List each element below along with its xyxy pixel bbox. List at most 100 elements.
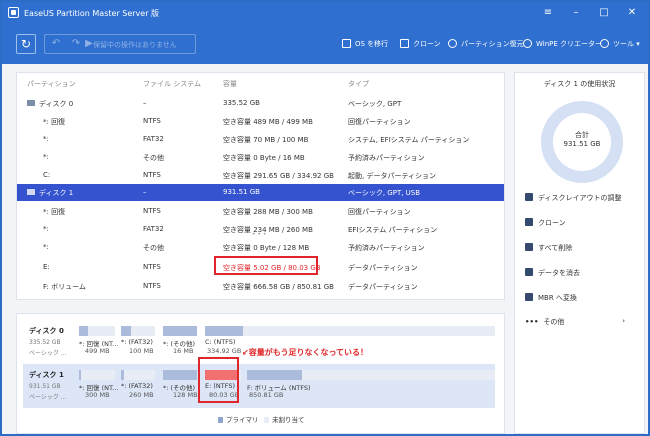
disk-1-block[interactable]: ディスク 1 931.51 GB ベーシック ... *: 回復 (NT... …: [23, 364, 495, 408]
table-row[interactable]: *: その他 空き容量 0 Byte / 16 MB 予約済みパーティション: [17, 149, 504, 166]
row-capacity: 335.52 GB: [223, 99, 260, 107]
pending-operations-label[interactable]: 保留中の操作はありません: [93, 40, 177, 50]
row-capacity: 空き容量 234 MB / 260 MB: [223, 226, 313, 234]
row-type: 予約済みパーティション: [348, 244, 425, 252]
col-type[interactable]: タイプ: [348, 79, 369, 89]
row-capacity: 931.51 GB: [223, 188, 260, 196]
panel-resize-handle[interactable]: • • •: [252, 231, 266, 238]
row-fs: NTFS: [143, 282, 161, 290]
row-name: ディスク 0: [27, 99, 73, 109]
clone-action[interactable]: クローン: [525, 218, 566, 230]
winpe-icon: [523, 39, 532, 48]
disk-0-type: ベーシック ...: [29, 350, 67, 357]
redo-icon[interactable]: ↷: [67, 35, 85, 53]
row-name: *: 回復: [43, 208, 66, 216]
clone-button[interactable]: クローン: [400, 39, 441, 49]
capacity-highlight-box: [214, 256, 318, 275]
tools-button[interactable]: ツール ▾: [600, 39, 640, 49]
row-type: ベーシック, GPT: [348, 100, 402, 108]
partition-bar[interactable]: [79, 370, 115, 380]
winpe-label: WinPE クリエーター: [536, 40, 603, 48]
partition-used-fill: [121, 370, 125, 380]
partition-bar[interactable]: [247, 370, 495, 380]
table-row[interactable]: *: 回復 NTFS 空き容量 489 MB / 499 MB 回復パーティショ…: [17, 113, 504, 130]
row-type: 予約済みパーティション: [348, 154, 425, 162]
more-icon: •••: [525, 318, 539, 326]
row-name: *:: [43, 225, 49, 233]
partition-size: 499 MB: [85, 347, 110, 355]
adjust-layout-action[interactable]: ディスクレイアウトの調整: [525, 193, 622, 205]
row-fs: NTFS: [143, 207, 161, 215]
app-logo-icon: [8, 7, 19, 18]
col-capacity[interactable]: 容量: [223, 79, 237, 89]
maximize-button[interactable]: □: [596, 5, 612, 21]
capacity-warning-annotation: ↙容量がもう足りなくなっている！: [242, 348, 369, 357]
pending-operations-group: ↶ ↷ ▶ 保留中の操作はありません: [44, 34, 196, 54]
partition-recovery-label: パーティション復元: [461, 40, 524, 48]
delete-all-action[interactable]: すべて削除: [525, 243, 572, 255]
minimize-button[interactable]: –: [568, 5, 584, 21]
partition-bar[interactable]: [205, 326, 495, 336]
partition-bar[interactable]: [121, 370, 155, 380]
usage-total-value: 931.51 GB: [563, 140, 601, 148]
partition-bar[interactable]: [163, 326, 197, 336]
partition-size: 16 MB: [173, 347, 194, 355]
disk-1-size: 931.51 GB: [29, 383, 61, 390]
legend-primary: プライマリ: [218, 414, 259, 424]
partition-used-fill: [121, 326, 132, 336]
row-capacity: 空き容量 70 MB / 100 MB: [223, 136, 309, 144]
row-type: EFIシステム パーティション: [348, 226, 438, 234]
usage-title: ディスク 1 の使用状況: [543, 80, 616, 88]
toolbar: ↻ ↶ ↷ ▶ 保留中の操作はありません OS を移行 クローン パーティション…: [2, 24, 648, 64]
table-row[interactable]: *: FAT32 空き容量 70 MB / 100 MB システム, EFIシス…: [17, 131, 504, 148]
undo-icon[interactable]: ↶: [47, 35, 65, 53]
row-fs: その他: [143, 244, 164, 252]
trash-icon: [525, 243, 533, 251]
table-row-selected[interactable]: ディスク 1 – 931.51 GB ベーシック, GPT, USB: [17, 184, 504, 201]
partition-bar[interactable]: [79, 326, 115, 336]
disk-1-type: ベーシック ...: [29, 394, 67, 401]
execute-icon[interactable]: ▶: [85, 35, 93, 53]
partition-label: *: (FAT32): [121, 338, 153, 346]
winpe-button[interactable]: WinPE クリエーター: [523, 39, 602, 49]
primary-swatch: [218, 417, 223, 423]
row-name: F: ボリューム: [43, 283, 86, 291]
table-row[interactable]: *: 回復 NTFS 空き容量 288 MB / 300 MB 回復パーティショ…: [17, 203, 504, 220]
legend-unallocated: 未割り当て: [264, 414, 305, 424]
table-row[interactable]: C: NTFS 空き容量 291.65 GB / 334.92 GB 起動, デ…: [17, 167, 504, 184]
chevron-right-icon: ›: [622, 317, 625, 325]
tools-icon: [600, 39, 609, 48]
table-header: パーティション ファイル システム 容量 タイプ: [17, 73, 504, 91]
row-type: データパーティション: [348, 264, 418, 272]
close-button[interactable]: ✕: [624, 5, 640, 21]
e-partition-highlight-box: [198, 357, 239, 403]
convert-icon: [525, 293, 533, 301]
partition-recovery-button[interactable]: パーティション復元: [448, 39, 524, 49]
partition-bar[interactable]: [163, 370, 197, 380]
col-partition[interactable]: パーティション: [27, 79, 76, 89]
table-row[interactable]: *: その他 空き容量 0 Byte / 128 MB 予約済みパーティション: [17, 239, 504, 256]
wipe-data-label: データを消去: [538, 269, 580, 277]
app-window: EaseUS Partition Master Server 版 ≡ – □ ✕…: [0, 0, 650, 436]
row-type: 回復パーティション: [348, 118, 411, 126]
clone-icon: [400, 39, 409, 48]
refresh-button[interactable]: ↻: [16, 34, 36, 54]
convert-mbr-action[interactable]: MBR へ変換: [525, 293, 577, 305]
menu-button[interactable]: ≡: [540, 5, 556, 21]
app-title: EaseUS Partition Master Server 版: [24, 9, 160, 18]
usage-total: 合計 931.51 GB: [541, 131, 623, 149]
partition-bar[interactable]: [121, 326, 155, 336]
row-type: 回復パーティション: [348, 208, 411, 216]
more-action[interactable]: ••• その他 ›: [525, 317, 635, 329]
wipe-data-action[interactable]: データを消去: [525, 268, 580, 280]
table-row[interactable]: ディスク 0 – 335.52 GB ベーシック, GPT: [17, 95, 504, 112]
row-name: C:: [43, 171, 51, 179]
partition-used-fill: [205, 326, 243, 336]
clone-icon: [525, 218, 533, 226]
tools-label: ツール: [613, 40, 634, 48]
row-fs: NTFS: [143, 171, 161, 179]
table-row[interactable]: F: ボリューム NTFS 空き容量 666.58 GB / 850.81 GB…: [17, 278, 504, 295]
disk-icon: [27, 100, 35, 106]
col-filesystem[interactable]: ファイル システム: [143, 79, 201, 89]
os-migrate-button[interactable]: OS を移行: [342, 39, 388, 49]
